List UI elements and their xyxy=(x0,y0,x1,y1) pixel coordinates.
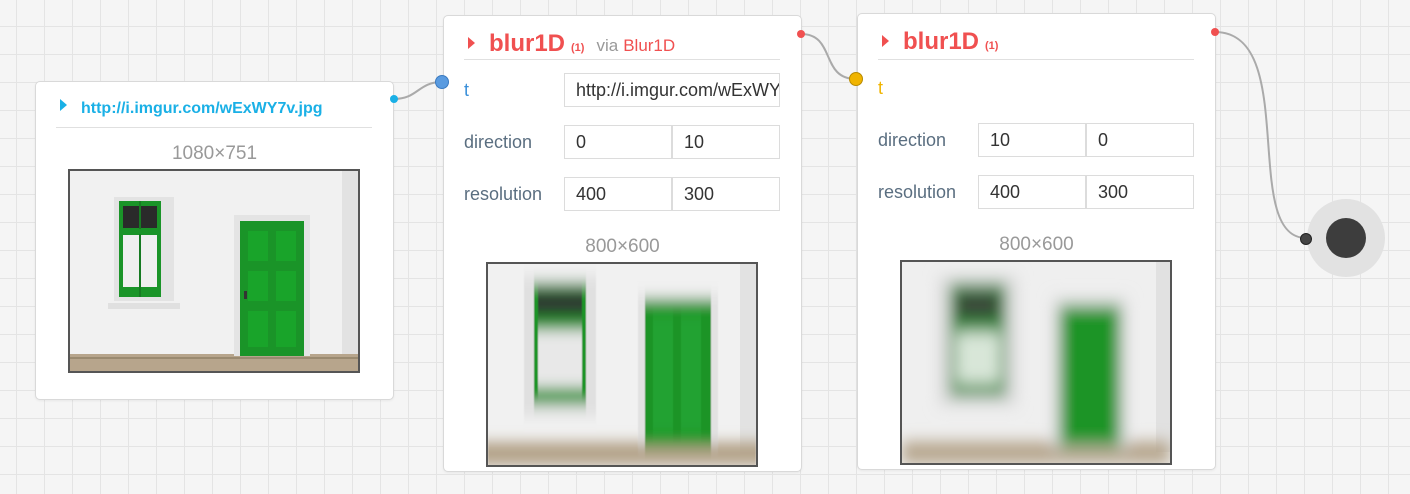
header-divider xyxy=(56,127,372,128)
via-function-link[interactable]: Blur1D xyxy=(623,36,675,56)
param-t-label: t xyxy=(878,78,884,98)
double-blur-image xyxy=(902,262,1170,463)
param-direction-label: direction xyxy=(878,130,947,150)
blur2-input-port-t[interactable] xyxy=(849,72,863,86)
blur2-output-port[interactable] xyxy=(1211,28,1219,36)
wire-blur1-to-blur2 xyxy=(800,33,857,80)
blurred-image-thumbnail xyxy=(900,260,1172,465)
direction-x-input[interactable]: 0 xyxy=(564,125,672,159)
param-resolution-label: resolution xyxy=(464,184,543,204)
green-door-image xyxy=(70,171,358,371)
vertical-blur-image xyxy=(488,264,756,465)
param-direction-label: direction xyxy=(464,132,533,152)
output-size-label: 800×600 xyxy=(999,234,1074,255)
image-size-label: 1080×751 xyxy=(171,143,258,164)
source-output-port[interactable] xyxy=(390,95,398,103)
resolution-width-input[interactable]: 400 xyxy=(978,175,1086,209)
expand-caret-icon[interactable] xyxy=(60,99,67,111)
expand-caret-icon[interactable] xyxy=(882,35,889,47)
source-image-thumbnail xyxy=(68,169,360,373)
source-url-title: http://i.imgur.com/wExWY7v.jpg xyxy=(81,100,323,117)
blurred-image-thumbnail xyxy=(486,262,758,467)
blur1d-node-2[interactable]: blur1D (1) t direction 10 0 resolution 4… xyxy=(857,13,1216,470)
direction-x-input[interactable]: 10 xyxy=(978,123,1086,157)
node-title: blur1D xyxy=(903,28,980,55)
blur1-output-port[interactable] xyxy=(797,30,805,38)
header-divider xyxy=(878,59,1194,60)
instance-count: (1) xyxy=(985,40,999,52)
direction-y-input[interactable]: 10 xyxy=(672,125,780,159)
resolution-height-input[interactable]: 300 xyxy=(672,177,780,211)
instance-count: (1) xyxy=(571,42,585,54)
via-label: via xyxy=(596,36,619,55)
output-node[interactable] xyxy=(1307,199,1385,277)
output-size-label: 800×600 xyxy=(585,236,660,257)
param-t-label: t xyxy=(464,80,470,100)
header-divider xyxy=(464,59,780,60)
source-node-header[interactable]: http://i.imgur.com/wExWY7v.jpg xyxy=(60,99,323,118)
direction-y-input[interactable]: 0 xyxy=(1086,123,1194,157)
resolution-width-input[interactable]: 400 xyxy=(564,177,672,211)
source-image-node[interactable]: http://i.imgur.com/wExWY7v.jpg 1080×751 xyxy=(35,81,394,400)
record-dot-icon xyxy=(1326,218,1366,258)
blur1-input-port-t[interactable] xyxy=(435,75,449,89)
node-title: blur1D xyxy=(489,30,566,57)
param-resolution-label: resolution xyxy=(878,182,957,202)
expand-caret-icon[interactable] xyxy=(468,37,475,49)
param-t-input[interactable]: http://i.imgur.com/wExWY7v.jpg xyxy=(564,73,780,107)
output-input-port[interactable] xyxy=(1300,233,1312,245)
blur-node-2-header[interactable]: blur1D (1) xyxy=(882,28,998,56)
resolution-height-input[interactable]: 300 xyxy=(1086,175,1194,209)
blur1d-node-1[interactable]: blur1D (1) via Blur1D t http://i.imgur.c… xyxy=(443,15,802,472)
blur-node-1-header[interactable]: blur1D (1) via Blur1D xyxy=(468,30,675,58)
wire-blur2-to-output xyxy=(1214,31,1307,239)
